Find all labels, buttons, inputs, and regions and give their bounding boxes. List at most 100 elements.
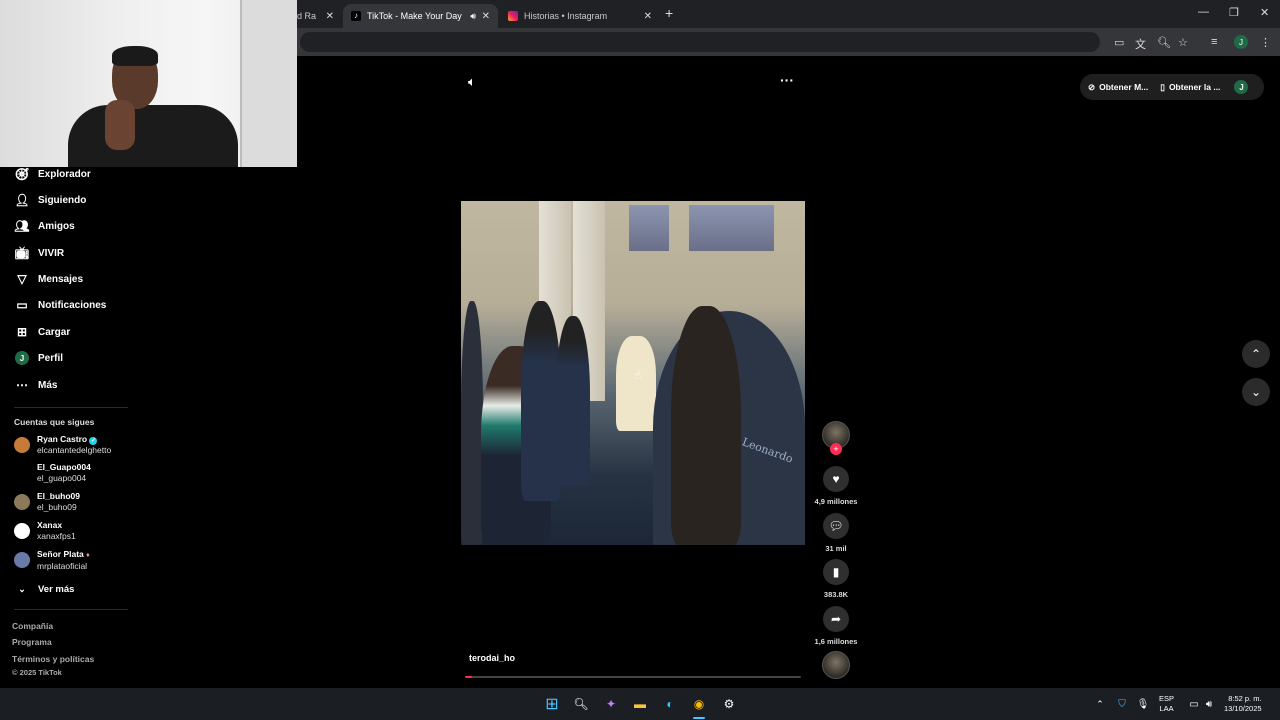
cast-icon[interactable]: ▭ [1114, 36, 1124, 49]
tab-instagram[interactable]: Historias • Instagram ✕ [500, 4, 660, 28]
sidebar-item-more[interactable]: ⋯ Más [14, 377, 57, 393]
get-app-bar: ⊘ Obtener M... ▯ Obtener la ... J [1080, 74, 1264, 100]
comment-count: 31 mil [825, 544, 847, 553]
search-icon[interactable]: 🔍︎ [573, 696, 589, 712]
new-tab-button[interactable]: + [665, 5, 673, 21]
tab-label: Historias • Instagram [524, 11, 608, 21]
account-item[interactable]: El_Guapo004 el_guapo004 [14, 462, 91, 484]
network-icon[interactable]: ▭ [1186, 696, 1202, 712]
mouse-cursor-icon: ☝︎ [634, 368, 642, 382]
device-icon: ▯ [1160, 81, 1165, 92]
like-count: 4,9 millones [814, 497, 858, 506]
follow-plus-icon[interactable]: + [830, 443, 842, 455]
video-progress-track[interactable] [465, 676, 801, 678]
close-icon[interactable]: ✕ [482, 11, 490, 22]
account-name: Señor Plata [37, 549, 84, 559]
bookmark-star-icon[interactable]: ☆ [1178, 36, 1188, 49]
translate-icon[interactable]: 文 [1135, 36, 1146, 52]
microphone-icon[interactable]: 🎙︎ [1135, 696, 1151, 712]
browser-profile-avatar[interactable]: J [1234, 35, 1248, 49]
sidebar-item-live[interactable]: 📺︎ VIVIR [14, 245, 64, 261]
account-name: Ryan Castro [37, 434, 88, 444]
video-priest [616, 336, 656, 431]
previous-video-button[interactable]: ⌃ [1242, 340, 1270, 368]
get-app-button[interactable]: Obtener M... [1099, 82, 1148, 92]
account-item[interactable]: Señor Plata ♦ mrplataoficial [14, 549, 90, 572]
like-action[interactable]: ♥ 4,9 millones [815, 466, 857, 506]
speaker-icon[interactable]: 🔊︎ [470, 11, 476, 22]
following-icon: 👤︎ [14, 193, 30, 207]
media-control-icon[interactable]: ≡ [1211, 36, 1217, 48]
sidebar-item-label: Explorador [38, 168, 91, 180]
footer-link-terms[interactable]: Términos y políticas [12, 654, 94, 664]
language-indicator[interactable]: ESP LAA [1159, 694, 1174, 714]
video-username[interactable]: terodai_ho [469, 653, 515, 663]
windows-start-icon[interactable]: ⊞ [544, 696, 560, 713]
volume-tray-icon[interactable]: 🔊︎ [1201, 696, 1217, 712]
tab-partial[interactable]: d Ra ✕ [297, 4, 342, 28]
chrome-icon[interactable]: ◉ [691, 696, 707, 712]
copilot-icon[interactable]: ✦ [603, 696, 619, 712]
sidebar-item-upload[interactable]: ⊞ Cargar [14, 324, 70, 340]
comment-icon[interactable]: 💬︎ [823, 513, 849, 539]
language-code: ESP [1159, 694, 1175, 703]
bookmark-icon[interactable]: ▮ [823, 559, 849, 585]
app-icon[interactable]: ⚙︎ [721, 696, 737, 712]
close-icon[interactable]: ✕ [644, 11, 652, 22]
window-close-icon[interactable]: ✕ [1260, 6, 1269, 19]
creator-avatar-group[interactable]: + [822, 421, 850, 455]
verified-icon: ✓ [89, 437, 98, 445]
share-action[interactable]: ➦ 1,6 millones [815, 606, 857, 646]
account-item[interactable]: El_buho09 el_buho09 [14, 491, 80, 513]
tray-chevron-icon[interactable]: ⌃ [1092, 696, 1108, 712]
sidebar-item-profile[interactable]: J Perfil [14, 350, 63, 366]
sidebar-item-notifications[interactable]: ▭ Notificaciones [14, 297, 106, 313]
friends-icon: 👥︎ [14, 219, 30, 233]
footer-link-company[interactable]: Compañía [12, 621, 53, 631]
save-count: 383.8K [823, 590, 849, 599]
account-item[interactable]: Xanax xanaxfps1 [14, 520, 76, 542]
clock[interactable]: 8:52 p. m. 13/10/2025 [1224, 694, 1262, 714]
avatar [14, 437, 30, 453]
volume-icon[interactable]: 🔈︎ [468, 74, 476, 90]
restore-icon[interactable]: ❐ [1229, 6, 1239, 19]
get-pc-app-button[interactable]: Obtener la ... [1169, 82, 1221, 92]
close-icon[interactable]: ✕ [326, 11, 334, 22]
tab-label: d Ra [297, 11, 317, 21]
comment-action[interactable]: 💬︎ 31 mil [822, 513, 850, 553]
share-icon[interactable]: ➦ [823, 606, 849, 632]
browser-menu-icon[interactable]: ⋮ [1260, 36, 1271, 49]
file-explorer-icon[interactable]: ▬ [632, 696, 648, 712]
sidebar-item-following[interactable]: 👤︎ Siguiendo [14, 192, 86, 208]
save-action[interactable]: ▮ 383.8K [822, 559, 850, 599]
see-more-button[interactable]: ⌄ Ver más [14, 581, 74, 597]
video-person [521, 301, 561, 501]
video-player[interactable]: Leonardo [461, 201, 805, 545]
next-video-button[interactable]: ⌄ [1242, 378, 1270, 406]
footer-link-program[interactable]: Programa [12, 637, 52, 647]
music-disc-icon[interactable] [822, 651, 850, 679]
sidebar-item-friends[interactable]: 👥︎ Amigos [14, 218, 74, 234]
sidebar-item-label: Siguiendo [38, 194, 87, 206]
music-disc[interactable] [822, 651, 850, 679]
account-item[interactable]: Ryan Castro ✓ elcantantedelghetto [14, 434, 111, 456]
minimize-icon[interactable]: — [1198, 6, 1209, 18]
video-person [556, 316, 590, 486]
video-window [689, 205, 774, 251]
url-input[interactable] [300, 32, 1100, 52]
more-options-icon[interactable]: ··· [780, 72, 794, 88]
profile-avatar[interactable]: J [1234, 80, 1249, 94]
zoom-icon[interactable]: 🔍︎ [1157, 36, 1171, 49]
emoji-badge-icon: ♦ [86, 552, 90, 559]
edge-icon[interactable]: ◐ [662, 696, 678, 712]
tab-tiktok[interactable]: ♪ TikTok - Make Your Day 🔊︎ ✕ [343, 4, 498, 28]
sidebar-item-label: Perfil [38, 352, 64, 364]
account-handle: el_guapo004 [37, 473, 87, 483]
heart-icon[interactable]: ♥ [823, 466, 849, 492]
webcam-person-hand [105, 100, 135, 150]
account-name: Xanax [37, 520, 63, 530]
sidebar-item-messages[interactable]: ▽ Mensajes [14, 271, 83, 287]
shield-icon[interactable]: ⛉ [1114, 696, 1130, 712]
sidebar-item-explorer[interactable]: 🧭︎ Explorador [14, 166, 91, 182]
upload-icon: ⊞ [16, 325, 28, 339]
